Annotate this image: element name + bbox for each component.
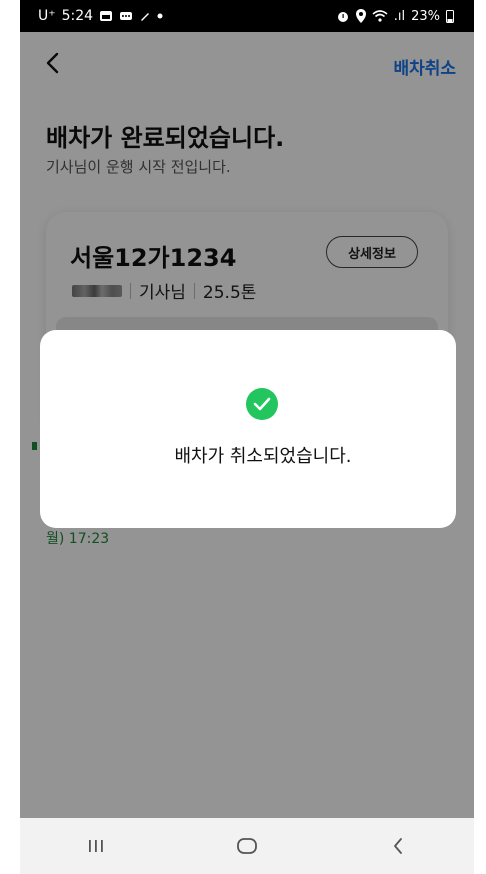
location-icon xyxy=(355,9,366,23)
home-icon[interactable] xyxy=(217,826,277,866)
phone-screen: U⁺ 5:24 .ıl 23% 배차취소 배차가 완료되었습니다. 기사님이 운… xyxy=(20,0,474,874)
battery-icon xyxy=(446,10,454,23)
system-nav-bar xyxy=(20,818,474,874)
dot-notification-icon xyxy=(157,13,163,19)
carrier-label: U⁺ xyxy=(38,8,56,24)
signal-strength-icon: .ıl xyxy=(393,8,406,24)
alarm-icon xyxy=(337,12,348,22)
chat-notification-icon xyxy=(120,12,133,20)
battery-label: 23% xyxy=(411,8,440,24)
check-circle-icon xyxy=(246,388,278,420)
edit-notification-icon xyxy=(141,13,150,21)
gallery-notification-icon xyxy=(100,11,113,21)
cancel-complete-dialog: 배차가 취소되었습니다. xyxy=(40,330,456,528)
status-left: U⁺ 5:24 xyxy=(38,8,163,24)
time-label: 5:24 xyxy=(61,8,94,24)
status-bar: U⁺ 5:24 .ıl 23% xyxy=(20,0,474,32)
dialog-message: 배차가 취소되었습니다. xyxy=(174,446,352,467)
wifi-icon xyxy=(372,10,388,22)
recent-apps-icon[interactable] xyxy=(66,826,126,866)
status-right: .ıl 23% xyxy=(336,9,454,24)
back-icon[interactable] xyxy=(368,826,428,866)
